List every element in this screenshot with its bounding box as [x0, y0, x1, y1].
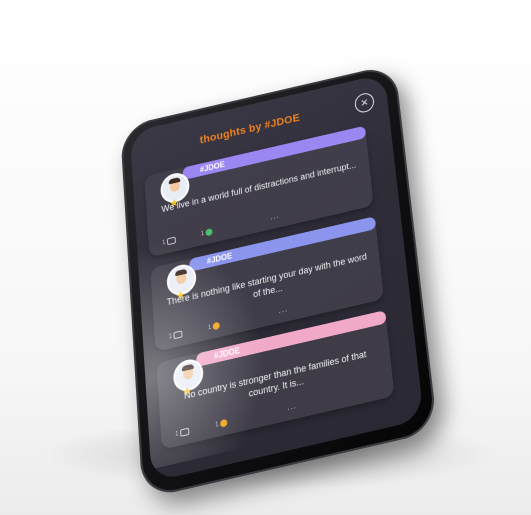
comment-icon	[167, 236, 177, 246]
comment-count: 1	[168, 333, 173, 341]
like-button[interactable]: 1	[200, 227, 213, 238]
comment-button[interactable]: 1	[175, 427, 190, 438]
like-button[interactable]: 1	[215, 418, 228, 429]
like-count: 1	[215, 421, 219, 429]
more-button[interactable]: ...	[278, 304, 288, 315]
close-icon[interactable]: ×	[353, 91, 375, 115]
comment-count: 1	[162, 239, 166, 247]
like-icon	[205, 227, 213, 237]
like-icon	[212, 321, 221, 331]
like-icon	[220, 418, 228, 428]
comment-icon	[180, 427, 190, 437]
comment-count: 1	[175, 431, 179, 439]
comment-icon	[173, 330, 183, 340]
like-count: 1	[200, 231, 205, 238]
phone: thoughts by #JDOE × #JDOE ★ We live in a…	[119, 63, 438, 500]
like-button[interactable]: 1	[207, 321, 221, 332]
comment-button[interactable]: 1	[162, 236, 177, 247]
scene: thoughts by #JDOE × #JDOE ★ We live in a…	[0, 0, 531, 515]
comment-button[interactable]: 1	[168, 330, 183, 341]
more-button[interactable]: ...	[287, 401, 298, 413]
more-button[interactable]: ...	[270, 211, 280, 222]
phone-screen: thoughts by #JDOE × #JDOE ★ We live in a…	[129, 73, 424, 483]
like-count: 1	[207, 324, 212, 332]
